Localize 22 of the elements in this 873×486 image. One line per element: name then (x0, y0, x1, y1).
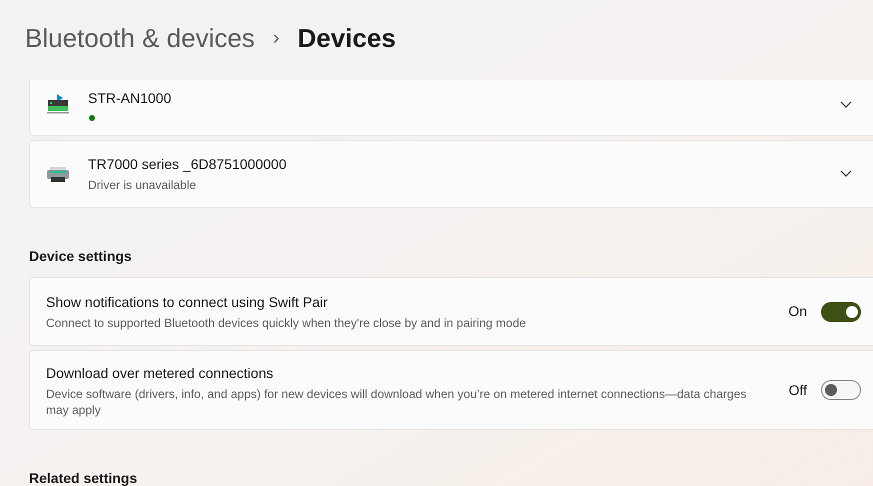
device-name: TR7000 series _6D8751000000 (88, 155, 288, 174)
toggle-switch[interactable] (821, 380, 861, 400)
breadcrumb-link[interactable]: Bluetooth & devices (25, 18, 255, 58)
setting-description: Device software (drivers, info, and apps) for new devices will download when you’re on metered internet connections—data charges may apply (46, 386, 748, 418)
chevron-down-icon[interactable] (840, 170, 852, 178)
device-name: STR-AN1000 (88, 89, 172, 108)
setting-description: Connect to supported Bluetooth devices quickly when they're close by and in pairing mode (46, 315, 527, 331)
toggle-state-label: Off (788, 380, 807, 400)
section-heading: Related settings (29, 469, 138, 486)
receiver-icon (47, 94, 69, 116)
section-heading: Device settings (29, 247, 133, 266)
toggle-switch[interactable] (821, 302, 861, 322)
page-title: Devices (297, 22, 396, 54)
printer-icon (47, 165, 69, 183)
device-card[interactable]: STR-AN1000 (29, 80, 873, 136)
chevron-down-icon[interactable] (840, 100, 852, 108)
device-status: Driver is unavailable (88, 177, 198, 194)
device-card[interactable]: TR7000 series _6D8751000000 Driver is unavailable (29, 140, 873, 208)
toggle-state-label: On (788, 302, 807, 321)
setting-title: Download over metered connections (46, 364, 274, 382)
setting-title: Show notifications to connect using Swift Pair (46, 293, 329, 312)
chevron-icon: › (268, 23, 284, 53)
